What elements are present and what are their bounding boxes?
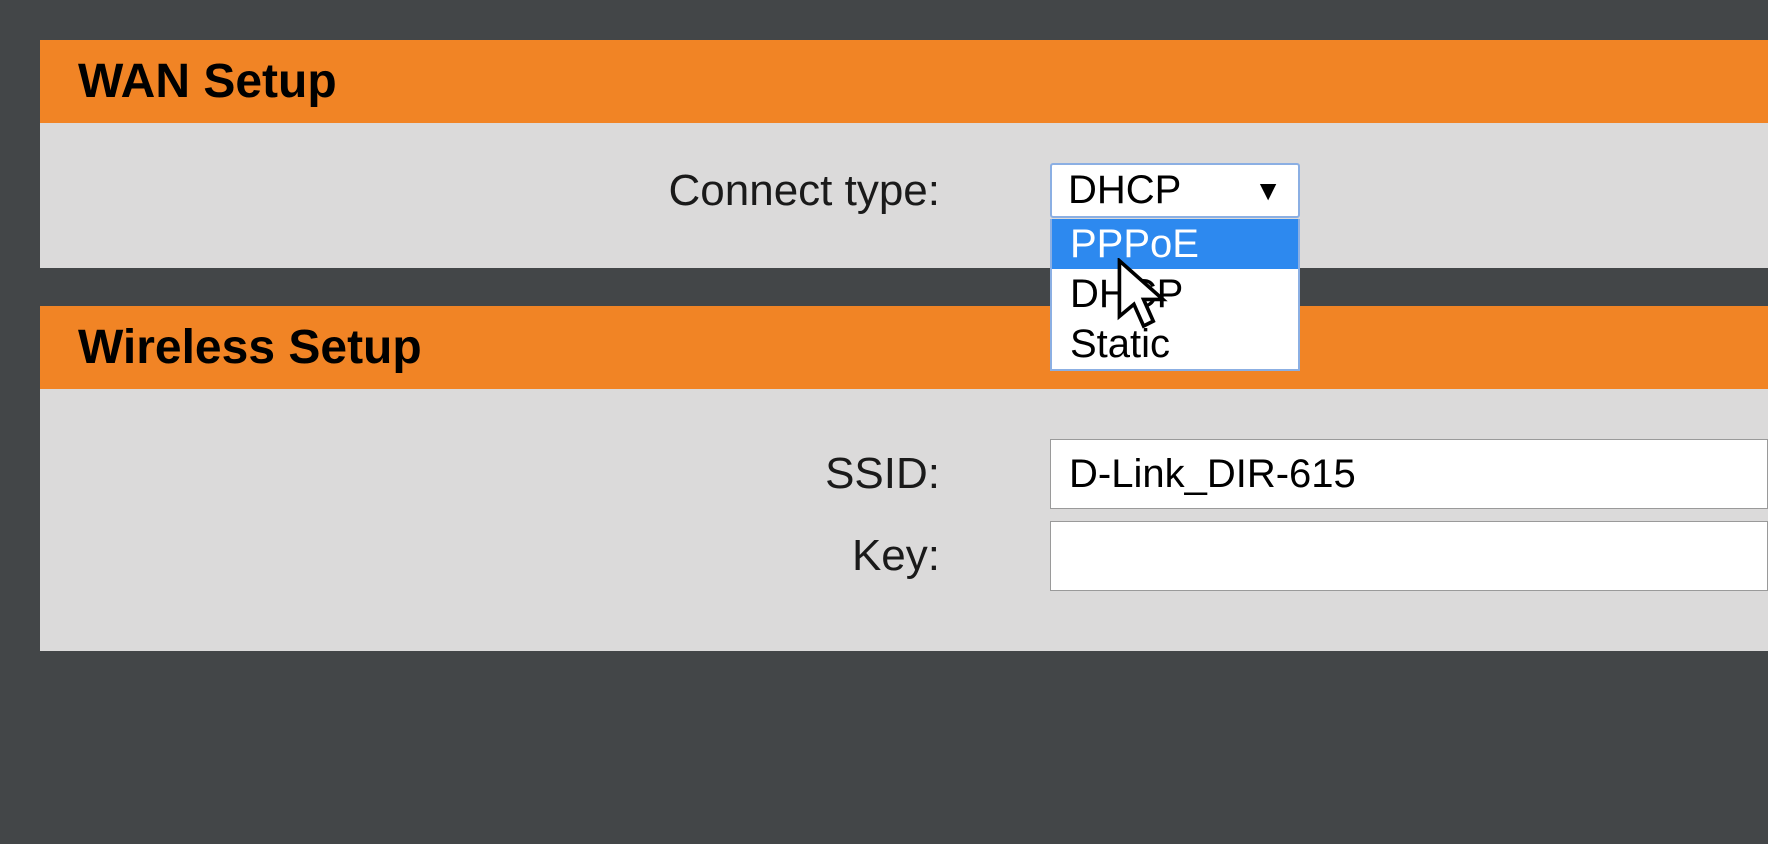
- connect-type-select[interactable]: DHCP ▼: [1050, 163, 1300, 218]
- connect-type-selected-value: DHCP: [1068, 168, 1181, 213]
- ssid-label: SSID:: [40, 449, 1050, 499]
- connect-type-dropdown: PPPoE DHCP Static: [1050, 219, 1300, 371]
- wireless-setup-header: Wireless Setup: [40, 306, 1768, 389]
- dropdown-option-pppoe[interactable]: PPPoE: [1052, 219, 1298, 269]
- dropdown-option-dhcp[interactable]: DHCP: [1052, 269, 1298, 319]
- wan-setup-section: WAN Setup Connect type: DHCP ▼ PPPoE DHC…: [40, 40, 1768, 268]
- wan-setup-header: WAN Setup: [40, 40, 1768, 123]
- connect-type-row: Connect type: DHCP ▼ PPPoE DHCP Static: [40, 163, 1768, 218]
- wan-setup-body: Connect type: DHCP ▼ PPPoE DHCP Static: [40, 123, 1768, 268]
- key-control: [1050, 521, 1768, 591]
- connect-type-control: DHCP ▼ PPPoE DHCP Static: [1050, 163, 1300, 218]
- key-input[interactable]: [1050, 521, 1768, 591]
- wireless-setup-body: SSID: Key:: [40, 389, 1768, 651]
- key-row: Key:: [40, 521, 1768, 591]
- connect-type-label: Connect type:: [40, 166, 1050, 216]
- chevron-down-icon: ▼: [1254, 175, 1282, 207]
- key-label: Key:: [40, 531, 1050, 581]
- dropdown-option-static[interactable]: Static: [1052, 319, 1298, 369]
- ssid-row: SSID:: [40, 439, 1768, 509]
- wireless-setup-section: Wireless Setup SSID: Key:: [40, 306, 1768, 651]
- ssid-input[interactable]: [1050, 439, 1768, 509]
- ssid-control: [1050, 439, 1768, 509]
